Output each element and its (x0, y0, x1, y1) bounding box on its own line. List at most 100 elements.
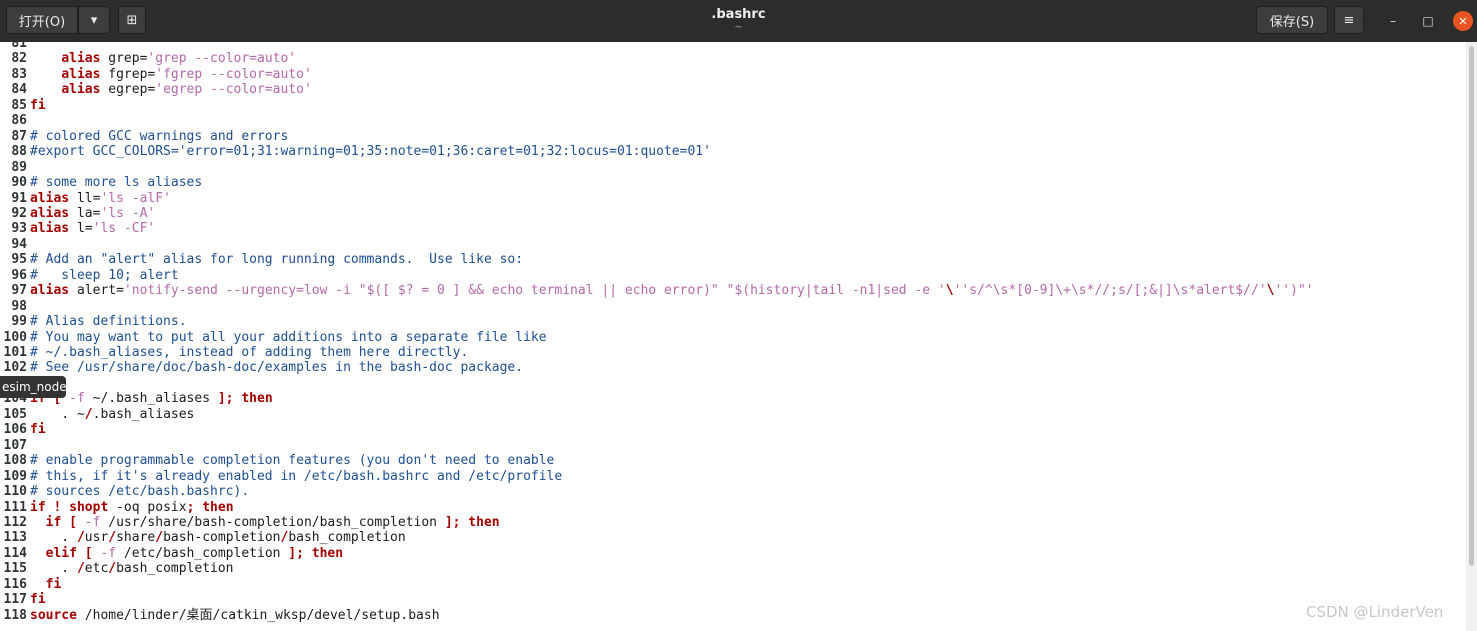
code-text: # Alias definitions. (30, 314, 187, 329)
comment-token: # ~/.bash_aliases, instead of adding the… (30, 345, 469, 360)
line-number: 97 (11, 283, 27, 299)
code-line[interactable]: 110 # sources /etc/bash.bashrc). (0, 484, 1466, 499)
code-line[interactable]: 102 # See /usr/share/doc/bash-doc/example… (0, 360, 1466, 375)
code-line[interactable]: 118 source /home/linder/桌面/catkin_wksp/de… (0, 608, 1466, 623)
code-line[interactable]: 88 #export GCC_COLORS='error=01;31:warnin… (0, 144, 1466, 159)
code-line[interactable]: 90 # some more ls aliases (0, 175, 1466, 190)
code-editor[interactable]: 81 82 alias grep='grep --color=auto' 83 al… (0, 42, 1466, 631)
code-line[interactable]: 83 alias fgrep='fgrep --color=auto' (0, 67, 1466, 82)
code-text: alias la='ls -A' (30, 206, 155, 221)
code-text: # sleep 10; alert (30, 268, 179, 283)
string-token: 'ls -alF' (100, 190, 171, 206)
line-number: 98 (11, 298, 27, 314)
code-line[interactable]: 98 (0, 299, 1466, 314)
string-token: 'fgrep --color=auto' (155, 66, 312, 82)
keyword-token: ]; then (217, 391, 273, 407)
code-token: .bash_aliases (92, 406, 195, 422)
code-token: etc (84, 561, 109, 577)
hamburger-menu-button[interactable]: ≡ (1334, 6, 1364, 34)
code-line[interactable]: 95 # Add an "alert" alias for long runnin… (0, 252, 1466, 267)
code-line[interactable]: 97 alias alert='notify-send --urgency=low… (0, 283, 1466, 298)
code-line[interactable]: 96 # sleep 10; alert (0, 268, 1466, 283)
line-number: 118 (3, 607, 27, 623)
code-line[interactable]: 108 # enable programmable completion feat… (0, 453, 1466, 468)
keyword-token: alias (30, 190, 70, 206)
code-line[interactable]: 114 elif [ -f /etc/bash_completion ]; th… (0, 546, 1466, 561)
keyword-token: / (108, 530, 117, 546)
minimize-button[interactable]: – (1383, 11, 1403, 31)
code-line[interactable]: 105 . ~/.bash_aliases (0, 407, 1466, 422)
code-line[interactable]: 92 alias la='ls -A' (0, 206, 1466, 221)
code-line[interactable]: 81 (0, 42, 1466, 51)
code-line[interactable]: 99 # Alias definitions. (0, 314, 1466, 329)
line-number: 87 (11, 128, 27, 144)
code-line[interactable]: 111 if ! shopt -oq posix; then (0, 500, 1466, 515)
save-button[interactable]: 保存(S) (1256, 6, 1328, 34)
string-token: 'ls -A' (100, 205, 156, 221)
close-icon: ✕ (1458, 14, 1468, 28)
code-line[interactable]: 106 fi (0, 422, 1466, 437)
vertical-scrollbar[interactable] (1466, 42, 1477, 631)
code-line[interactable]: 91 alias ll='ls -alF' (0, 191, 1466, 206)
code-token: . ~ (30, 406, 85, 422)
comment-token: # You may want to put all your additions… (30, 329, 547, 345)
code-line[interactable]: 85 fi (0, 98, 1466, 113)
code-line[interactable]: 87 # colored GCC warnings and errors (0, 129, 1466, 144)
keyword-token: \ (945, 283, 954, 299)
line-number: 116 (3, 576, 27, 592)
code-token: bash_completion (288, 530, 406, 546)
code-text: . ~/.bash_aliases (30, 407, 194, 422)
line-number: 86 (11, 113, 27, 129)
string-token: -f (100, 545, 117, 561)
maximize-icon: □ (1422, 14, 1434, 28)
string-token: -f (69, 391, 85, 407)
maximize-button[interactable]: □ (1418, 11, 1438, 31)
code-line[interactable]: 112 if [ -f /usr/share/bash-completion/b… (0, 515, 1466, 530)
keyword-token: fi (30, 422, 46, 438)
close-button[interactable]: ✕ (1453, 11, 1473, 31)
keyword-token: alias (30, 283, 70, 299)
code-line[interactable]: 117 fi (0, 592, 1466, 607)
code-line[interactable]: 115 . /etc/bash_completion (0, 561, 1466, 576)
line-number: 100 (3, 329, 27, 345)
code-line[interactable]: 116 fi (0, 577, 1466, 592)
comment-token: # some more ls aliases (30, 175, 203, 191)
code-line[interactable]: 103 (0, 376, 1466, 391)
code-line[interactable]: 113 . /usr/share/bash-completion/bash_co… (0, 530, 1466, 545)
code-line[interactable]: 104 if [ -f ~/.bash_aliases ]; then (0, 391, 1466, 406)
code-text: alias l='ls -CF' (30, 221, 155, 236)
line-number: 110 (3, 484, 27, 500)
line-number: 91 (11, 190, 27, 206)
watermark: CSDN @LinderVen (1306, 603, 1444, 621)
code-text: # See /usr/share/doc/bash-doc/examples i… (30, 360, 523, 375)
code-text: alias alert='notify-send --urgency=low -… (30, 283, 1314, 298)
code-text: alias grep='grep --color=auto' (30, 51, 296, 66)
code-text: . /etc/bash_completion (30, 561, 233, 577)
code-token: . (30, 530, 77, 546)
code-line[interactable]: 86 (0, 113, 1466, 128)
code-token: la= (69, 205, 101, 221)
code-text: alias egrep='egrep --color=auto' (30, 82, 311, 97)
code-token: l= (69, 221, 93, 237)
code-text: # colored GCC warnings and errors (30, 129, 288, 144)
code-line[interactable]: 107 (0, 438, 1466, 453)
code-line[interactable]: 89 (0, 160, 1466, 175)
line-number: 90 (11, 175, 27, 191)
code-line[interactable]: 100 # You may want to put all your additi… (0, 330, 1466, 345)
code-line[interactable]: 109 # this, if it's already enabled in /e… (0, 469, 1466, 484)
keyword-token: / (108, 561, 117, 577)
code-line[interactable]: 94 (0, 237, 1466, 252)
keyword-token: fi (30, 592, 46, 608)
code-line[interactable]: 84 alias egrep='egrep --color=auto' (0, 82, 1466, 97)
code-line[interactable]: 101 # ~/.bash_aliases, instead of adding … (0, 345, 1466, 360)
line-number: 111 (3, 499, 27, 515)
code-text: alias ll='ls -alF' (30, 191, 171, 206)
keyword-token: if ! shopt (30, 499, 109, 515)
code-line[interactable]: 93 alias l='ls -CF' (0, 221, 1466, 236)
scrollbar-thumb[interactable] (1469, 46, 1474, 566)
code-line[interactable]: 82 alias grep='grep --color=auto' (0, 51, 1466, 66)
header-bar: 打开(O) ▾ ⊞ .bashrc ~ 保存(S) ≡ – □ ✕ (0, 0, 1477, 42)
code-token: grep= (100, 51, 148, 67)
